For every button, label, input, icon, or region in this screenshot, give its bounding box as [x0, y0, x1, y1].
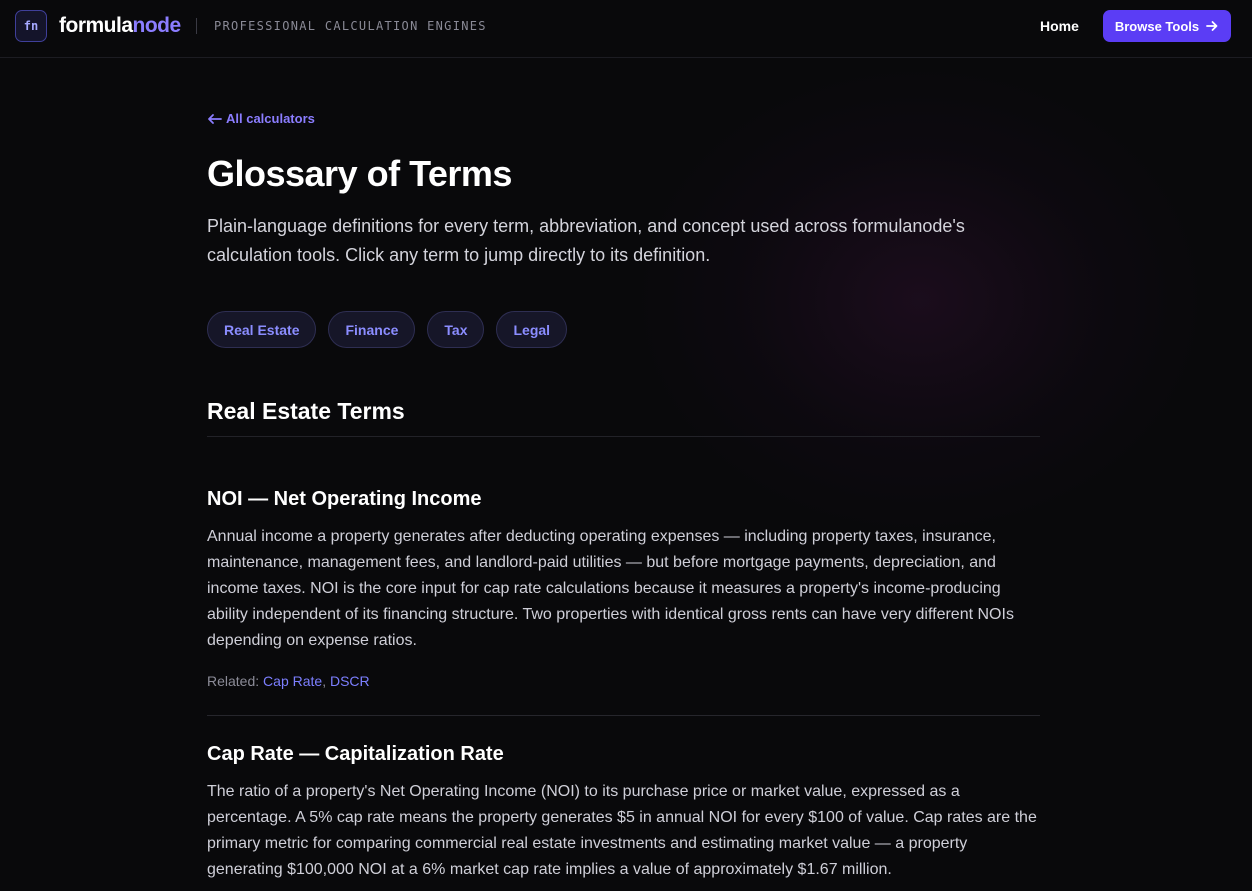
- chip-finance[interactable]: Finance: [328, 311, 416, 348]
- arrow-right-icon: [1206, 21, 1218, 31]
- brand-logo[interactable]: formulanode: [59, 13, 181, 39]
- chip-legal[interactable]: Legal: [496, 311, 568, 348]
- term-title-noi[interactable]: NOI — Net Operating Income: [207, 486, 481, 512]
- section-divider: [207, 436, 1040, 437]
- browse-tools-label: Browse Tools: [1114, 18, 1200, 34]
- chip-real-estate[interactable]: Real Estate: [207, 311, 317, 348]
- category-filter-chips: Real Estate Finance Tax Legal: [207, 311, 568, 348]
- related-terms-noi: Related: Cap Rate, DSCR: [207, 672, 370, 690]
- term-definition-noi: Annual income a property generates after…: [207, 528, 1014, 649]
- logo-badge[interactable]: fn: [15, 10, 47, 42]
- related-link-dscr[interactable]: DSCR: [330, 673, 370, 689]
- page-intro: Plain-language definitions for every ter…: [207, 216, 965, 265]
- brand-name-part-1: formula: [59, 14, 133, 37]
- all-calculators-link[interactable]: All calculators: [207, 111, 315, 127]
- related-separator: ,: [322, 673, 330, 689]
- term-divider: [207, 715, 1040, 716]
- chip-tax[interactable]: Tax: [427, 311, 485, 348]
- term-title-cap-rate[interactable]: Cap Rate — Capitalization Rate: [207, 741, 504, 767]
- background-glow: [640, 70, 1200, 530]
- term-definition-cap-rate: The ratio of a property's Net Operating …: [207, 783, 1037, 878]
- browse-tools-button[interactable]: Browse Tools: [1103, 10, 1231, 42]
- brand-divider: [196, 18, 197, 34]
- related-link-cap-rate[interactable]: Cap Rate: [263, 673, 322, 689]
- brand-tagline: PROFESSIONAL CALCULATION ENGINES: [214, 19, 487, 33]
- all-calculators-label: All calculators: [226, 111, 315, 126]
- section-title-real-estate: Real Estate Terms: [207, 398, 405, 424]
- brand-name-part-2: node: [132, 14, 182, 37]
- top-navigation-bar: fn formulanode PROFESSIONAL CALCULATION …: [0, 0, 1252, 58]
- arrow-left-icon: [208, 114, 222, 124]
- page-title: Glossary of Terms: [207, 153, 512, 194]
- nav-home-link[interactable]: Home: [1040, 17, 1079, 35]
- related-label: Related:: [207, 673, 260, 689]
